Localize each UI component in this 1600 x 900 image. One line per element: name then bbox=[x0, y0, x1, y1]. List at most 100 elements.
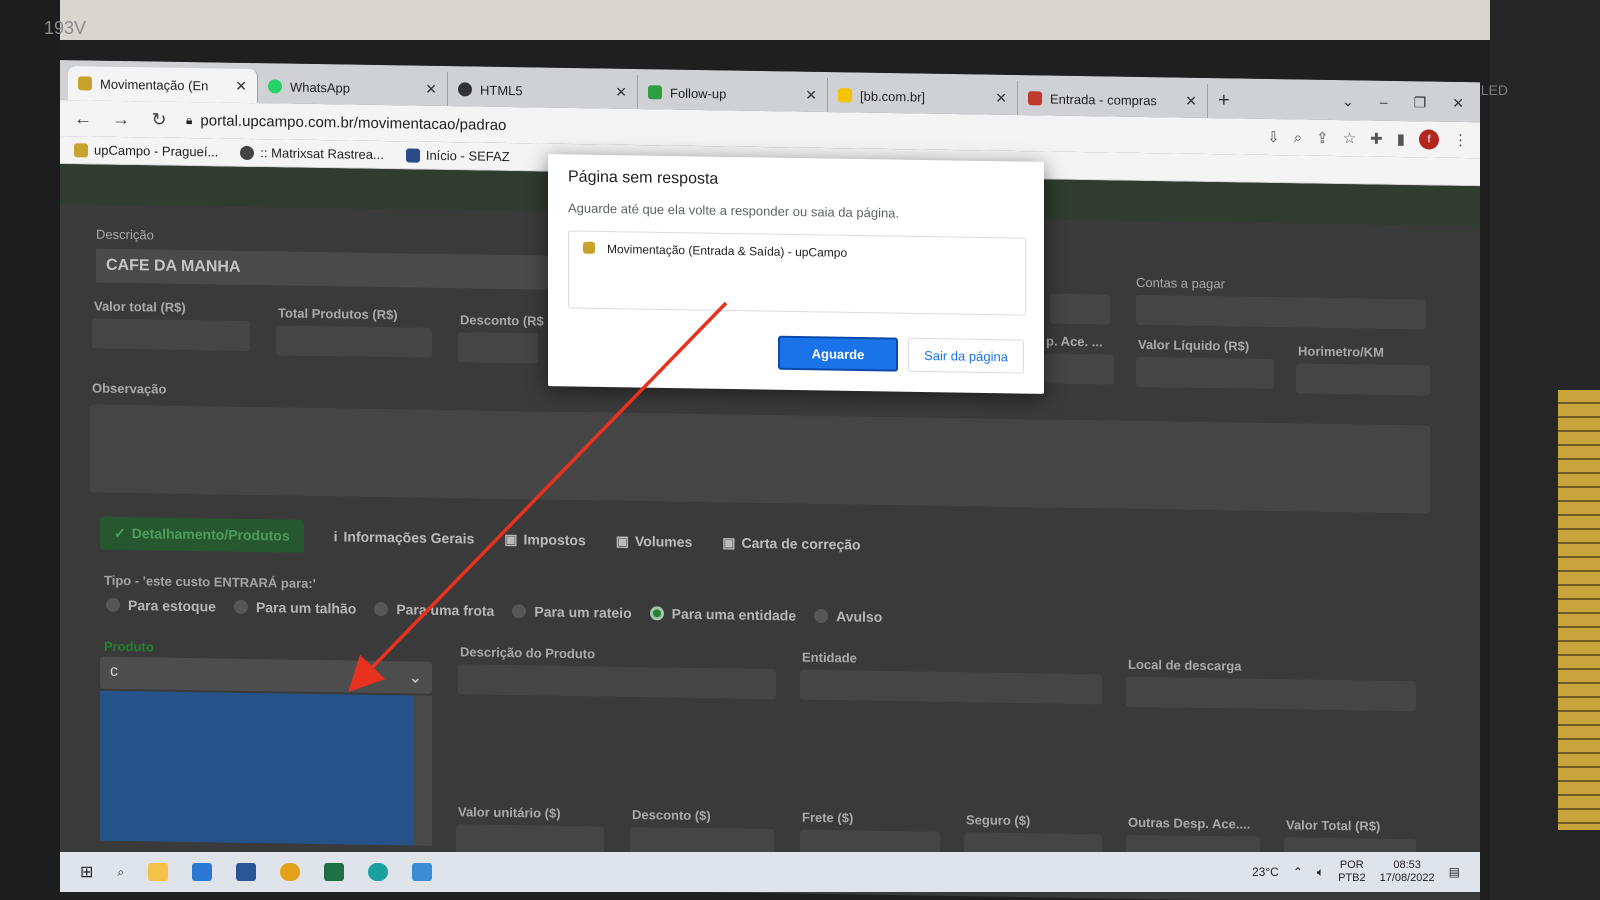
local-descarga-label: Local de descarga bbox=[1128, 656, 1242, 674]
observacao-field[interactable] bbox=[90, 404, 1430, 514]
language-indicator[interactable]: POR PTB2 bbox=[1338, 859, 1366, 885]
horimetro-field[interactable] bbox=[1296, 363, 1430, 396]
monitor-frame-left bbox=[0, 0, 60, 900]
radio-para-uma-frota[interactable]: Para uma frota bbox=[374, 601, 494, 619]
tab-informacoes-gerais[interactable]: i Informações Gerais bbox=[334, 528, 475, 546]
radio-dot[interactable] bbox=[374, 601, 389, 617]
close-icon[interactable]: ✕ bbox=[995, 89, 1007, 106]
bookmark-sefaz[interactable]: Início - SEFAZ bbox=[405, 147, 510, 164]
edge-icon[interactable] bbox=[368, 863, 389, 881]
outras-despesas-field[interactable] bbox=[1044, 353, 1114, 385]
radio-para-uma-entidade[interactable]: Para uma entidade bbox=[649, 605, 796, 624]
observacao-label: Observação bbox=[92, 380, 167, 397]
descricao-produto-label: Descrição do Produto bbox=[460, 644, 596, 662]
language-code: POR bbox=[1339, 859, 1364, 871]
chrome-icon[interactable] bbox=[280, 863, 301, 881]
file-explorer-icon[interactable] bbox=[148, 863, 169, 881]
tab-label: Informações Gerais bbox=[343, 528, 475, 547]
close-window-icon[interactable]: ✕ bbox=[1452, 95, 1464, 112]
tab-title: Movimentação (En bbox=[100, 76, 209, 93]
extensions-icon[interactable]: ✚ bbox=[1370, 130, 1383, 148]
bookmark-label: upCampo - Pragueí... bbox=[94, 142, 219, 160]
windows-start-icon[interactable]: ⊞ bbox=[80, 862, 93, 882]
radio-para-estoque[interactable]: Para estoque bbox=[106, 597, 216, 614]
close-icon[interactable]: ✕ bbox=[615, 83, 627, 100]
back-arrow-icon[interactable]: ← bbox=[72, 108, 94, 129]
tab-bb[interactable]: [bb.com.br] ✕ bbox=[828, 78, 1018, 116]
bookmark-upcampo[interactable]: upCampo - Pragueí... bbox=[74, 142, 218, 159]
dropdown-scrollbar[interactable] bbox=[414, 695, 432, 846]
tab-movimentacao[interactable]: Movimentação (En ✕ bbox=[68, 66, 258, 104]
excel-icon[interactable] bbox=[324, 863, 345, 881]
desconto-field[interactable] bbox=[458, 332, 538, 364]
contas-a-pagar-field[interactable] bbox=[1136, 294, 1426, 330]
share-icon[interactable]: ⇪ bbox=[1316, 129, 1329, 147]
reload-icon[interactable]: ↻ bbox=[148, 109, 170, 130]
close-icon[interactable]: ✕ bbox=[1185, 92, 1197, 109]
tab-label: Impostos bbox=[523, 531, 586, 549]
desconto-label: Desconto (R$ bbox=[460, 312, 544, 329]
store-icon[interactable] bbox=[192, 863, 213, 881]
tab-impostos[interactable]: ▣ Impostos bbox=[504, 530, 585, 548]
system-tray: 23°C ⌃ 🔈︎ POR PTB2 08:53 17/08/2022 ▤ bbox=[1252, 859, 1460, 885]
menu-icon[interactable]: ⋮ bbox=[1453, 131, 1468, 149]
volume-icon[interactable]: 🔈︎ bbox=[1317, 865, 1324, 880]
profile-avatar[interactable]: f bbox=[1419, 129, 1439, 150]
horimetro-label: Horimetro/KM bbox=[1298, 343, 1384, 360]
produto-select[interactable]: c ⌄ bbox=[100, 656, 432, 694]
valor-total-item-label: Valor Total (R$) bbox=[1286, 817, 1381, 834]
valor-liquido-field[interactable] bbox=[1136, 356, 1274, 390]
contas-select[interactable] bbox=[1050, 293, 1110, 325]
tab-search-icon[interactable]: ⌄ bbox=[1342, 93, 1354, 110]
radio-dot[interactable] bbox=[512, 604, 527, 619]
close-icon[interactable]: ✕ bbox=[425, 80, 437, 97]
total-produtos-field[interactable] bbox=[276, 325, 432, 358]
weather-temperature[interactable]: 23°C bbox=[1252, 865, 1279, 879]
radio-label: Avulso bbox=[836, 608, 883, 625]
search-icon[interactable]: ⌕ bbox=[117, 865, 124, 880]
zoom-icon[interactable]: ⌕ bbox=[1294, 129, 1302, 146]
tab-follow-up[interactable]: Follow-up ✕ bbox=[638, 75, 828, 113]
tab-entrada-compras[interactable]: Entrada - compras ✕ bbox=[1018, 81, 1208, 119]
notification-icon[interactable]: ▤ bbox=[1449, 865, 1460, 879]
descricao-produto-field[interactable] bbox=[458, 664, 776, 700]
radio-dot[interactable] bbox=[649, 606, 664, 621]
install-icon[interactable]: ⇩ bbox=[1267, 128, 1280, 146]
radio-dot[interactable] bbox=[106, 597, 120, 612]
word-icon[interactable] bbox=[236, 863, 257, 881]
valor-total-label: Valor total (R$) bbox=[94, 298, 186, 315]
section-tabs: ✓ Detalhamento/Produtos i Informações Ge… bbox=[100, 515, 861, 563]
side-panel-icon[interactable]: ▮ bbox=[1397, 130, 1405, 148]
close-icon[interactable]: ✕ bbox=[805, 86, 817, 103]
radio-para-um-talhao[interactable]: Para um talhão bbox=[233, 599, 356, 617]
tab-volumes[interactable]: ▣ Volumes bbox=[616, 532, 693, 550]
chevron-down-icon: ⌄ bbox=[408, 669, 422, 687]
wait-button[interactable]: Aguarde bbox=[778, 335, 898, 372]
bookmark-matrixsat[interactable]: :: Matrixsat Rastrea... bbox=[240, 145, 384, 162]
radio-dot[interactable] bbox=[233, 599, 248, 614]
star-icon[interactable]: ☆ bbox=[1343, 129, 1356, 147]
radio-para-um-rateio[interactable]: Para um rateio bbox=[512, 603, 632, 621]
valor-total-field[interactable] bbox=[92, 318, 250, 351]
new-tab-button[interactable]: + bbox=[1208, 89, 1240, 118]
restore-icon[interactable]: ❐ bbox=[1414, 94, 1427, 111]
tab-title: [bb.com.br] bbox=[860, 88, 926, 105]
entidade-select[interactable] bbox=[800, 669, 1102, 705]
radio-dot[interactable] bbox=[814, 608, 829, 624]
leave-page-button[interactable]: Sair da página bbox=[908, 337, 1024, 374]
forward-arrow-icon[interactable]: → bbox=[110, 108, 132, 129]
tab-detalhamento[interactable]: ✓ Detalhamento/Produtos bbox=[100, 516, 304, 553]
tab-carta-correcao[interactable]: ▣ Carta de correção bbox=[722, 534, 860, 553]
descricao-field[interactable]: CAFE DA MANHA bbox=[96, 248, 566, 290]
app-icon[interactable] bbox=[412, 863, 433, 881]
minimize-icon[interactable]: – bbox=[1380, 94, 1388, 111]
radio-avulso[interactable]: Avulso bbox=[814, 608, 882, 625]
local-descarga-select[interactable] bbox=[1126, 676, 1416, 712]
chevron-up-icon[interactable]: ⌃ bbox=[1293, 865, 1303, 879]
tab-html5[interactable]: HTML5 ✕ bbox=[448, 72, 638, 110]
entidade-label: Entidade bbox=[802, 649, 857, 666]
tab-whatsapp[interactable]: WhatsApp ✕ bbox=[258, 69, 448, 107]
produto-options-list[interactable] bbox=[100, 690, 414, 846]
close-icon[interactable]: ✕ bbox=[235, 77, 247, 94]
clock[interactable]: 08:53 17/08/2022 bbox=[1380, 859, 1435, 885]
